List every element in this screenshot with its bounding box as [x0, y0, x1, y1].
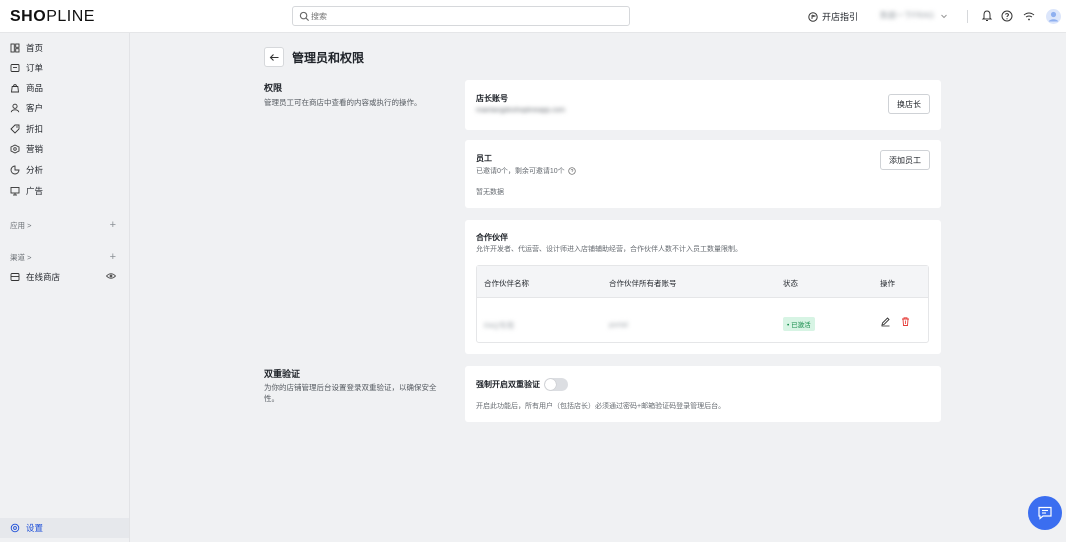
- owner-card: 店长账号 mainlangdoshoplineapp.com 换店长: [465, 80, 941, 130]
- permissions-title: 权限: [264, 83, 283, 93]
- staff-empty: 暂无数据: [476, 189, 504, 196]
- sidebar-item-products[interactable]: 商品: [10, 82, 43, 94]
- home-icon: [10, 43, 20, 53]
- staff-card: 员工 已邀请0个，剩余可邀请10个 暂无数据 添加员工: [465, 140, 941, 208]
- store-icon: [10, 273, 20, 281]
- change-owner-button[interactable]: 换店长: [888, 94, 930, 114]
- info-icon[interactable]: [568, 167, 576, 175]
- gear-icon: [10, 523, 20, 533]
- sidebar-item-home[interactable]: 首页: [10, 42, 43, 54]
- channels-section[interactable]: 渠道 > +: [10, 251, 118, 263]
- col-actions: 操作: [880, 279, 895, 288]
- store-name: 数据一下FRAG: [880, 11, 935, 20]
- user-icon: [10, 103, 20, 113]
- chart-icon: [10, 165, 20, 175]
- twofa-card: 强制开启双重验证 开启此功能后，所有用户（包括店长）必须通过密码+邮箱验证码登录…: [465, 366, 941, 422]
- col-status: 状态: [783, 279, 798, 288]
- col-owner-account: 合作伙伴所有者账号: [609, 279, 677, 288]
- marketing-icon: [10, 144, 20, 154]
- avatar[interactable]: [1046, 9, 1061, 24]
- chevron-down-icon: [941, 14, 948, 18]
- delete-icon[interactable]: [900, 316, 911, 327]
- toggle-knob: [545, 379, 556, 390]
- twofa-title: 双重验证: [264, 369, 301, 379]
- permissions-desc: 管理员工可在商店中查看的内容或执行的操作。: [264, 98, 422, 107]
- sidebar-item-settings[interactable]: 设置: [0, 518, 129, 538]
- page-header: 管理员和权限: [264, 47, 364, 67]
- owner-title: 店长账号: [476, 94, 508, 103]
- sidebar-item-customers[interactable]: 客户: [10, 102, 43, 114]
- chat-icon: [1038, 506, 1052, 520]
- ad-icon: [10, 187, 20, 196]
- search-input[interactable]: [311, 9, 611, 23]
- twofa-note: 开启此功能后，所有用户（包括店长）必须通过密码+邮箱验证码登录管理后台。: [476, 403, 726, 410]
- flag-icon: [808, 11, 818, 22]
- shopline-logo[interactable]: SHOPLINE: [10, 8, 95, 26]
- help-icon[interactable]: [1000, 9, 1014, 23]
- twofa-toggle-label: 强制开启双重验证: [476, 380, 540, 389]
- partner-table: 合作伙伴名称 合作伙伴所有者账号 状态 操作 FAQ专用 portal • 已激…: [476, 265, 929, 343]
- partner-account: portal: [609, 320, 628, 329]
- partner-card: 合作伙伴 允许开发者、代运营、设计师进入店铺辅助经营，合作伙伴人数不计入员工数量…: [465, 220, 941, 354]
- partner-name: FAQ专用: [484, 321, 515, 330]
- partner-desc: 允许开发者、代运营、设计师进入店铺辅助经营，合作伙伴人数不计入员工数量限制。: [476, 246, 742, 253]
- search-icon: [299, 11, 310, 22]
- add-app-icon[interactable]: +: [110, 219, 116, 231]
- bell-icon[interactable]: [980, 9, 994, 23]
- staff-title: 员工: [476, 154, 492, 163]
- tag-icon: [10, 124, 20, 134]
- sidebar-item-discounts[interactable]: 折扣: [10, 123, 43, 135]
- guide-label: 开店指引: [822, 12, 859, 22]
- search-box[interactable]: [292, 6, 630, 26]
- staff-quota: 已邀请0个，剩余可邀请10个: [476, 166, 576, 176]
- owner-email: mainlangdoshoplineapp.com: [476, 107, 566, 114]
- sidebar-item-online-store[interactable]: 在线商店: [10, 271, 118, 283]
- twofa-desc: 为你的店铺管理后台设置登录双重验证，以确保安全性。: [264, 383, 437, 403]
- sidebar-item-orders[interactable]: 订单: [10, 62, 43, 74]
- apps-section[interactable]: 应用 > +: [10, 219, 118, 231]
- twofa-toggle[interactable]: [544, 378, 568, 391]
- top-bar: SHOPLINE 开店指引 数据一下FRAG: [0, 0, 1066, 33]
- table-header: 合作伙伴名称 合作伙伴所有者账号 状态 操作: [477, 266, 928, 298]
- sidebar-item-ads[interactable]: 广告: [10, 185, 43, 197]
- chat-button[interactable]: [1028, 496, 1062, 530]
- divider: [967, 10, 968, 23]
- page-title: 管理员和权限: [292, 50, 365, 65]
- sidebar-item-analytics[interactable]: 分析: [10, 164, 43, 176]
- edit-icon[interactable]: [880, 316, 891, 327]
- arrow-left-icon: [269, 53, 278, 61]
- add-channel-icon[interactable]: +: [110, 251, 116, 263]
- col-partner-name: 合作伙伴名称: [484, 279, 529, 288]
- sidebar: 首页 订单 商品 客户 折扣 营销 分析 广告 应用 > + 渠道 > + 在线…: [0, 33, 130, 542]
- eye-icon[interactable]: [106, 271, 116, 281]
- wifi-icon[interactable]: [1022, 9, 1036, 23]
- sidebar-item-marketing[interactable]: 营销: [10, 143, 43, 155]
- bag-icon: [10, 84, 20, 93]
- order-icon: [10, 64, 20, 72]
- back-button[interactable]: [264, 47, 284, 67]
- add-staff-button[interactable]: 添加员工: [880, 150, 930, 170]
- store-guide-button[interactable]: 开店指引: [808, 10, 858, 23]
- status-badge: • 已激活: [783, 317, 815, 331]
- partner-title: 合作伙伴: [476, 233, 508, 242]
- store-switcher[interactable]: 数据一下FRAG: [880, 10, 948, 21]
